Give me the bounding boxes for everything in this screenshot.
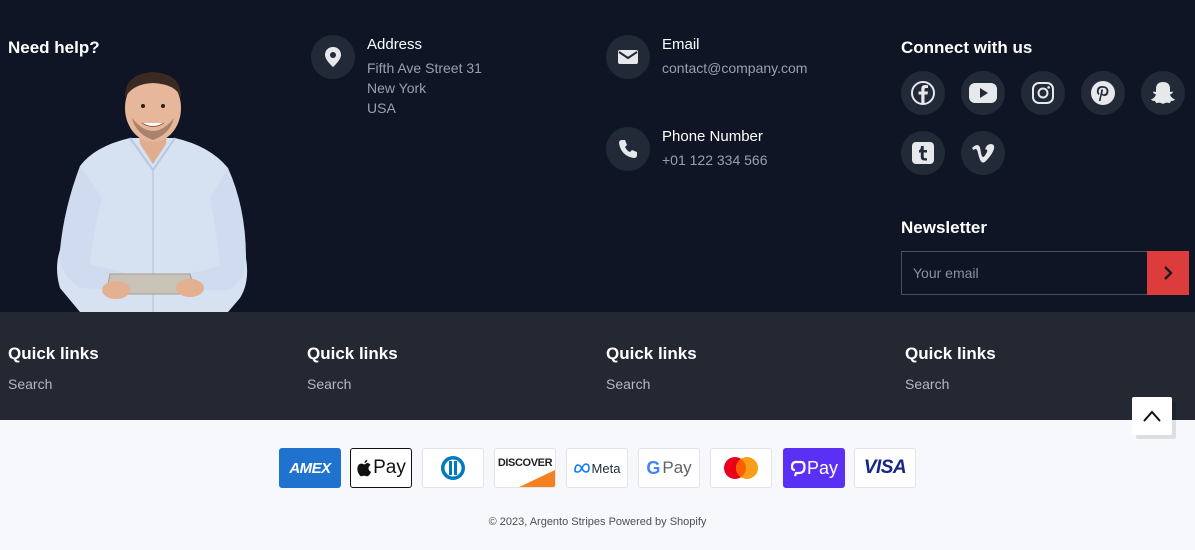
search-link[interactable]: Search bbox=[905, 376, 996, 392]
back-to-top-button[interactable] bbox=[1132, 397, 1172, 435]
newsletter-email-input[interactable] bbox=[902, 252, 1146, 294]
vimeo-icon[interactable] bbox=[961, 131, 1005, 175]
apple-pay-label: Pay bbox=[373, 457, 406, 478]
phone-title: Phone Number bbox=[662, 128, 763, 145]
meta-pay-icon: Meta bbox=[566, 448, 628, 488]
quick-links-column: Quick links Search bbox=[606, 344, 697, 392]
connect-title: Connect with us bbox=[901, 38, 1033, 57]
discover-label: DISCOVER bbox=[497, 457, 553, 469]
instagram-icon[interactable] bbox=[1021, 71, 1065, 115]
email-title: Email bbox=[662, 36, 700, 53]
discover-icon: DISCOVER bbox=[494, 448, 556, 488]
newsletter-title: Newsletter bbox=[901, 218, 987, 237]
mastercard-icon bbox=[710, 448, 772, 488]
apple-pay-icon: Pay bbox=[350, 448, 412, 488]
address-line-3: USA bbox=[367, 100, 396, 116]
address-line-1: Fifth Ave Street 31 bbox=[367, 60, 482, 76]
youtube-icon[interactable] bbox=[961, 71, 1005, 115]
google-g-icon: G bbox=[646, 457, 661, 478]
chevron-up-icon bbox=[1143, 410, 1161, 422]
search-link[interactable]: Search bbox=[307, 376, 398, 392]
quick-links-title: Quick links bbox=[905, 344, 996, 363]
facebook-icon[interactable] bbox=[901, 71, 945, 115]
shop-pay-label: Pay bbox=[806, 457, 839, 478]
phone-icon bbox=[606, 127, 650, 171]
shop-pay-icon: Pay bbox=[783, 448, 845, 488]
visa-label: VISA bbox=[863, 457, 907, 478]
amex-label: AMEX bbox=[289, 459, 331, 477]
address-line-2: New York bbox=[367, 80, 427, 96]
location-pin-icon bbox=[311, 35, 355, 79]
support-person-image bbox=[57, 72, 248, 312]
quick-links-title: Quick links bbox=[8, 344, 99, 363]
diners-club-icon bbox=[422, 448, 484, 488]
search-link[interactable]: Search bbox=[606, 376, 697, 392]
address-title: Address bbox=[367, 36, 423, 53]
tumblr-icon[interactable] bbox=[901, 131, 945, 175]
search-link[interactable]: Search bbox=[8, 376, 99, 392]
quick-links-band: Quick links Search Quick links Search Qu… bbox=[0, 312, 1195, 420]
email-value[interactable]: contact@company.com bbox=[662, 60, 807, 76]
pinterest-icon[interactable] bbox=[1081, 71, 1125, 115]
quick-links-title: Quick links bbox=[307, 344, 398, 363]
quick-links-column: Quick links Search bbox=[905, 344, 996, 392]
snapchat-icon[interactable] bbox=[1141, 71, 1185, 115]
newsletter-form bbox=[901, 251, 1189, 295]
newsletter-submit-button[interactable] bbox=[1147, 251, 1189, 295]
phone-value[interactable]: +01 122 334 566 bbox=[662, 152, 768, 168]
quick-links-title: Quick links bbox=[606, 344, 697, 363]
copyright-text: © 2023, Argento Stripes Powered by Shopi… bbox=[488, 516, 707, 528]
need-help-title: Need help? bbox=[8, 38, 100, 57]
quick-links-column: Quick links Search bbox=[8, 344, 99, 392]
google-pay-icon: G Pay bbox=[638, 448, 700, 488]
quick-links-column: Quick links Search bbox=[307, 344, 398, 392]
chevron-right-icon bbox=[1164, 266, 1173, 280]
google-pay-label: Pay bbox=[662, 458, 692, 477]
envelope-icon bbox=[606, 35, 650, 79]
meta-pay-label: Meta bbox=[591, 460, 621, 476]
footer-top: Need help? Address Fifth Ave Street 31 N… bbox=[0, 0, 1195, 312]
amex-icon: AMEX bbox=[279, 448, 341, 488]
visa-icon: VISA bbox=[854, 448, 916, 488]
